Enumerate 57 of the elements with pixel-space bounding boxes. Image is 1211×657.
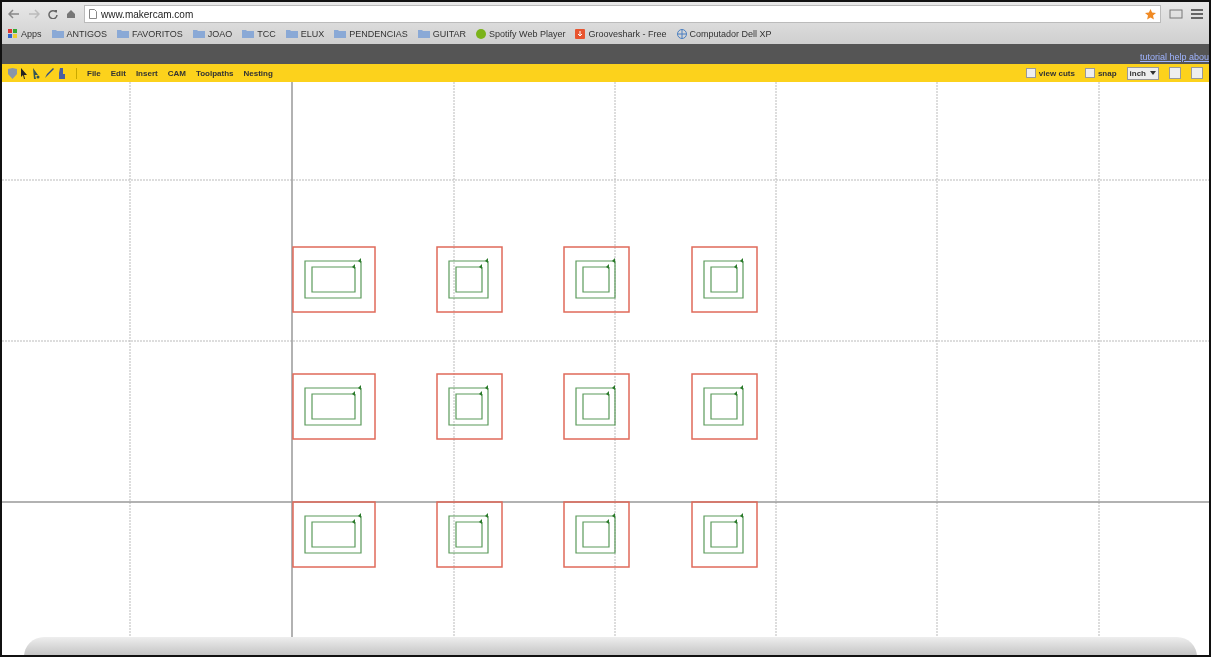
arrow-tile-icon [575, 29, 586, 39]
checkbox-label: view cuts [1038, 68, 1075, 78]
circle-icon [476, 29, 487, 39]
toolpath-part [436, 373, 503, 440]
checkbox[interactable] [1025, 68, 1036, 78]
bookmark[interactable]: GUITAR [417, 29, 467, 39]
menu-item[interactable]: Insert [135, 68, 158, 78]
pointer-icon[interactable] [21, 67, 28, 79]
forward-icon[interactable] [28, 9, 40, 19]
folder-icon [192, 29, 205, 39]
reload-icon[interactable] [48, 9, 58, 19]
menu-item[interactable]: Toolpaths [195, 68, 234, 78]
toolpath-part [436, 501, 503, 568]
bookmark[interactable]: ANTIGOS [51, 29, 108, 39]
folder-icon [417, 29, 430, 39]
bookmark[interactable]: Spotify Web Player [476, 29, 566, 39]
bookmark[interactable]: TCC [242, 29, 276, 39]
back-icon[interactable] [8, 9, 20, 19]
bookmark[interactable]: Apps [8, 29, 42, 39]
folder-icon [117, 29, 130, 39]
checkbox[interactable] [1084, 68, 1095, 78]
node-pointer-icon[interactable] [32, 67, 40, 79]
folder-icon [242, 29, 255, 39]
toolpath-part [691, 246, 758, 313]
menu-item[interactable]: Edit [110, 68, 126, 78]
toolpath-part [691, 501, 758, 568]
toolpath-part [563, 501, 630, 568]
toolpath-part [691, 373, 758, 440]
bookmark[interactable]: JOAO [192, 29, 233, 39]
toolpath-part [563, 246, 630, 313]
bookmark[interactable]: PENDENCIAS [334, 29, 408, 39]
globe-icon [676, 29, 687, 39]
page-icon [89, 9, 97, 19]
checkbox-label: snap [1097, 68, 1117, 78]
url-text: www.makercam.com [101, 8, 194, 20]
menu-item[interactable]: Nesting [243, 68, 273, 78]
toolpath-part [436, 246, 503, 313]
star-icon[interactable] [1145, 8, 1156, 20]
folder-icon [51, 29, 64, 39]
menu-icon[interactable] [1191, 9, 1203, 19]
folder-icon [285, 29, 298, 39]
caret-icon [1150, 71, 1156, 75]
apps-grid-icon [8, 29, 18, 39]
bookmark[interactable]: Computador Dell XP [676, 29, 772, 39]
home-icon[interactable] [66, 9, 76, 19]
cast-icon[interactable] [1169, 9, 1183, 19]
bookmark[interactable]: FAVORITOS [117, 29, 183, 39]
bookmark[interactable]: ELUX [285, 29, 325, 39]
bookmark[interactable]: Grooveshark - Free [575, 29, 667, 39]
help-links[interactable]: tutorial help abou [1139, 52, 1209, 62]
menu-item[interactable]: CAM [167, 68, 186, 78]
toolpath-part [563, 373, 630, 440]
pencil-icon[interactable] [44, 67, 54, 79]
unit-dropdown[interactable]: inch [1126, 66, 1159, 80]
folder-icon [334, 29, 347, 39]
address-bar[interactable]: www.makercam.com [84, 5, 1161, 23]
menu-item[interactable]: File [87, 68, 101, 78]
